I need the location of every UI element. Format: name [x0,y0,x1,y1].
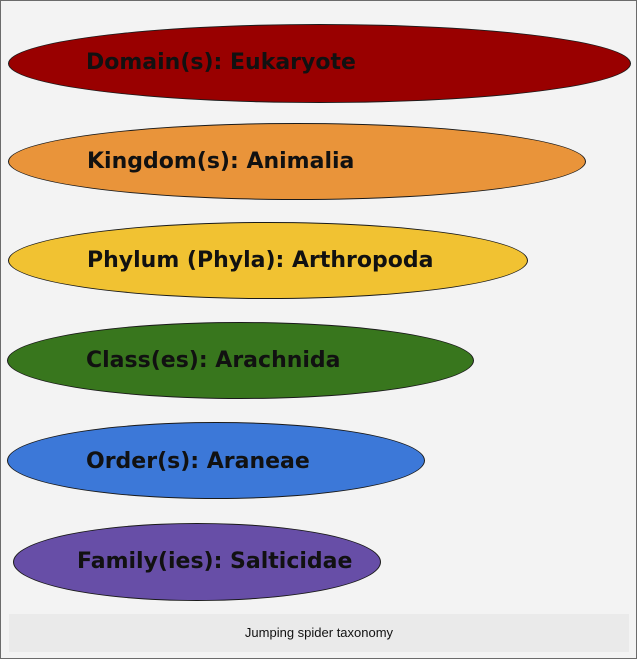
diagram-caption: Jumping spider taxonomy [244,625,394,640]
kingdom-label: Kingdom(s): Animalia [87,149,355,174]
order-label: Order(s): Araneae [86,449,310,474]
family-label: Family(ies): Salticidae [77,549,353,574]
domain-label: Domain(s): Eukaryote [86,50,356,75]
diagram-canvas: Domain(s): Eukaryote Kingdom(s): Animali… [0,0,637,659]
phylum-label: Phylum (Phyla): Arthropoda [87,248,434,273]
class-label: Class(es): Arachnida [86,348,341,373]
caption-bar: Jumping spider taxonomy [9,614,629,652]
